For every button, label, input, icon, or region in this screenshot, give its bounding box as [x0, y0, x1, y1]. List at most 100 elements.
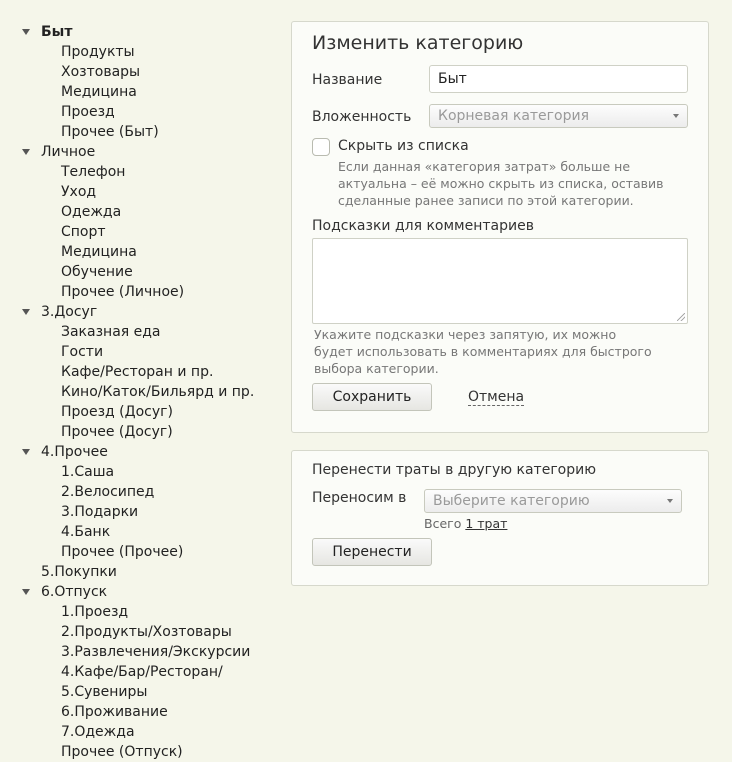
tree-item-category[interactable]: 3.Досуг — [20, 302, 280, 322]
total-prefix: Всего — [424, 516, 462, 531]
tree-item-subcategory[interactable]: Прочее (Прочее) — [20, 542, 280, 562]
tree-item-label: Проезд — [61, 104, 115, 120]
move-button[interactable]: Перенести — [312, 538, 432, 566]
tree-item-label: Прочее (Быт) — [61, 124, 159, 140]
target-category-select[interactable]: Выберите категорию — [424, 489, 682, 513]
tree-group: 3.Досуг Заказная еда Гости Кафе/Ресторан и … — [20, 302, 280, 442]
expand-triangle-icon[interactable] — [22, 149, 30, 155]
tree-item-subcategory[interactable]: Хозтовары — [20, 62, 280, 82]
tree-item-category[interactable]: 6.Отпуск — [20, 582, 280, 602]
tree-item-subcategory[interactable]: Кино/Каток/Бильярд и пр. — [20, 382, 280, 402]
tree-item-subcategory[interactable]: Уход — [20, 182, 280, 202]
tree-item-subcategory[interactable]: 6.Проживание — [20, 702, 280, 722]
tree-item-subcategory[interactable]: Проезд (Досуг) — [20, 402, 280, 422]
hide-checkbox-label[interactable]: Скрыть из списка — [338, 138, 469, 154]
expand-triangle-icon[interactable] — [22, 589, 30, 595]
tree-item-label: Хозтовары — [61, 64, 141, 80]
panel-title: Изменить категорию — [312, 32, 524, 54]
tree-item-category[interactable]: Быт — [20, 22, 280, 42]
tree-item-label: Кино/Каток/Бильярд и пр. — [61, 384, 255, 400]
tree-item-label: Уход — [61, 184, 97, 200]
tree-item-subcategory[interactable]: 4.Кафе/Бар/Ресторан/ — [20, 662, 280, 682]
tree-item-subcategory[interactable]: Обучение — [20, 262, 280, 282]
hide-hint-line: сделанные ранее записи по этой категории… — [338, 193, 634, 208]
tree-item-subcategory[interactable]: 4.Банк — [20, 522, 280, 542]
tree-item-category[interactable]: 5.Покупки — [20, 562, 280, 582]
tree-item-label: 1.Проезд — [61, 604, 129, 620]
tree-item-label: 5.Сувениры — [61, 684, 148, 700]
tree-item-label: 6.Отпуск — [41, 584, 108, 600]
expand-triangle-icon[interactable] — [22, 29, 30, 35]
tree-item-subcategory[interactable]: Продукты — [20, 42, 280, 62]
chevron-down-icon — [673, 114, 679, 118]
tree-item-subcategory[interactable]: 3.Развлечения/Экскурсии — [20, 642, 280, 662]
tree-item-subcategory[interactable]: Прочее (Личное) — [20, 282, 280, 302]
tree-item-subcategory[interactable]: Гости — [20, 342, 280, 362]
tree-item-label: Быт — [41, 24, 73, 40]
hints-hint-line: Укажите подсказки через запятую, их можн… — [314, 327, 617, 342]
tree-item-label: Кафе/Ресторан и пр. — [61, 364, 214, 380]
tree-item-label: Медицина — [61, 84, 137, 100]
tree-item-subcategory[interactable]: Спорт — [20, 222, 280, 242]
tree-item-subcategory[interactable]: Прочее (Быт) — [20, 122, 280, 142]
target-label: Переносим в — [312, 490, 407, 506]
tree-item-subcategory[interactable]: Прочее (Отпуск) — [20, 742, 280, 762]
tree-item-subcategory[interactable]: 3.Подарки — [20, 502, 280, 522]
tree-group: 6.Отпуск 1.Проезд 2.Продукты/Хозтовары 3.Ра… — [20, 582, 280, 762]
hints-textarea[interactable] — [312, 238, 688, 324]
tree-item-label: Прочее (Отпуск) — [61, 744, 183, 760]
tree-group: Личное Телефон Уход Одежда Спорт Медицина Обуч… — [20, 142, 280, 302]
name-input[interactable]: Быт — [429, 65, 688, 93]
hints-hint-line: выбора категории. — [314, 361, 439, 376]
tree-item-label: Продукты — [61, 44, 135, 60]
hide-hint-line: Если данная «категория затрат» больше не — [338, 159, 631, 174]
tree-item-label: Прочее (Досуг) — [61, 424, 173, 440]
tree-item-subcategory[interactable]: Одежда — [20, 202, 280, 222]
hide-checkbox[interactable] — [312, 138, 330, 156]
resize-grip-icon[interactable] — [677, 313, 685, 321]
tree-item-category[interactable]: Личное — [20, 142, 280, 162]
tree-item-label: Медицина — [61, 244, 137, 260]
hints-label: Подсказки для комментариев — [312, 218, 534, 234]
tree-item-subcategory[interactable]: 7.Одежда — [20, 722, 280, 742]
tree-item-label: Личное — [41, 144, 96, 160]
cancel-link[interactable]: Отмена — [468, 389, 525, 406]
tree-item-label: 3.Подарки — [61, 504, 139, 520]
tree-item-subcategory[interactable]: Проезд — [20, 102, 280, 122]
tree-item-subcategory[interactable]: Прочее (Досуг) — [20, 422, 280, 442]
tree-item-category[interactable]: 4.Прочее — [20, 442, 280, 462]
tree-item-label: 2.Продукты/Хозтовары — [61, 624, 232, 640]
tree-item-subcategory[interactable]: Медицина — [20, 82, 280, 102]
tree-item-label: 3.Досуг — [41, 304, 98, 320]
edit-category-panel: Изменить категорию Название Быт Вложенно… — [291, 21, 709, 433]
hints-hint: Укажите подсказки через запятую, их можн… — [314, 326, 652, 377]
parent-label: Вложенность — [312, 109, 412, 125]
parent-select[interactable]: Корневая категория — [429, 104, 688, 128]
tree-item-label: 2.Велосипед — [61, 484, 155, 500]
tree-item-subcategory[interactable]: 2.Велосипед — [20, 482, 280, 502]
move-title: Перенести траты в другую категорию — [312, 462, 597, 478]
tree-group: 4.Прочее 1.Саша 2.Велосипед 3.Подарки 4.Банк… — [20, 442, 280, 562]
tree-item-subcategory[interactable]: Телефон — [20, 162, 280, 182]
total-link[interactable]: 1 трат — [465, 516, 507, 531]
category-tree: Быт Продукты Хозтовары Медицина Проезд Прочее… — [20, 22, 280, 762]
tree-item-subcategory[interactable]: 1.Саша — [20, 462, 280, 482]
tree-item-subcategory[interactable]: 5.Сувениры — [20, 682, 280, 702]
target-select-placeholder: Выберите категорию — [433, 493, 590, 509]
save-button[interactable]: Сохранить — [312, 383, 432, 411]
tree-item-subcategory[interactable]: 1.Проезд — [20, 602, 280, 622]
name-label: Название — [312, 72, 383, 88]
tree-item-label: Проезд (Досуг) — [61, 404, 173, 420]
tree-item-subcategory[interactable]: Кафе/Ресторан и пр. — [20, 362, 280, 382]
hide-hint: Если данная «категория затрат» больше не… — [338, 158, 664, 209]
hide-hint-line: актуальна – её можно скрыть из списка, о… — [338, 176, 664, 191]
chevron-down-icon — [667, 499, 673, 503]
tree-item-subcategory[interactable]: 2.Продукты/Хозтовары — [20, 622, 280, 642]
tree-item-subcategory[interactable]: Медицина — [20, 242, 280, 262]
tree-item-subcategory[interactable]: Заказная еда — [20, 322, 280, 342]
tree-item-label: 1.Саша — [61, 464, 115, 480]
tree-item-label: Гости — [61, 344, 104, 360]
tree-group: Быт Продукты Хозтовары Медицина Проезд Прочее… — [20, 22, 280, 142]
expand-triangle-icon[interactable] — [22, 449, 30, 455]
expand-triangle-icon[interactable] — [22, 309, 30, 315]
